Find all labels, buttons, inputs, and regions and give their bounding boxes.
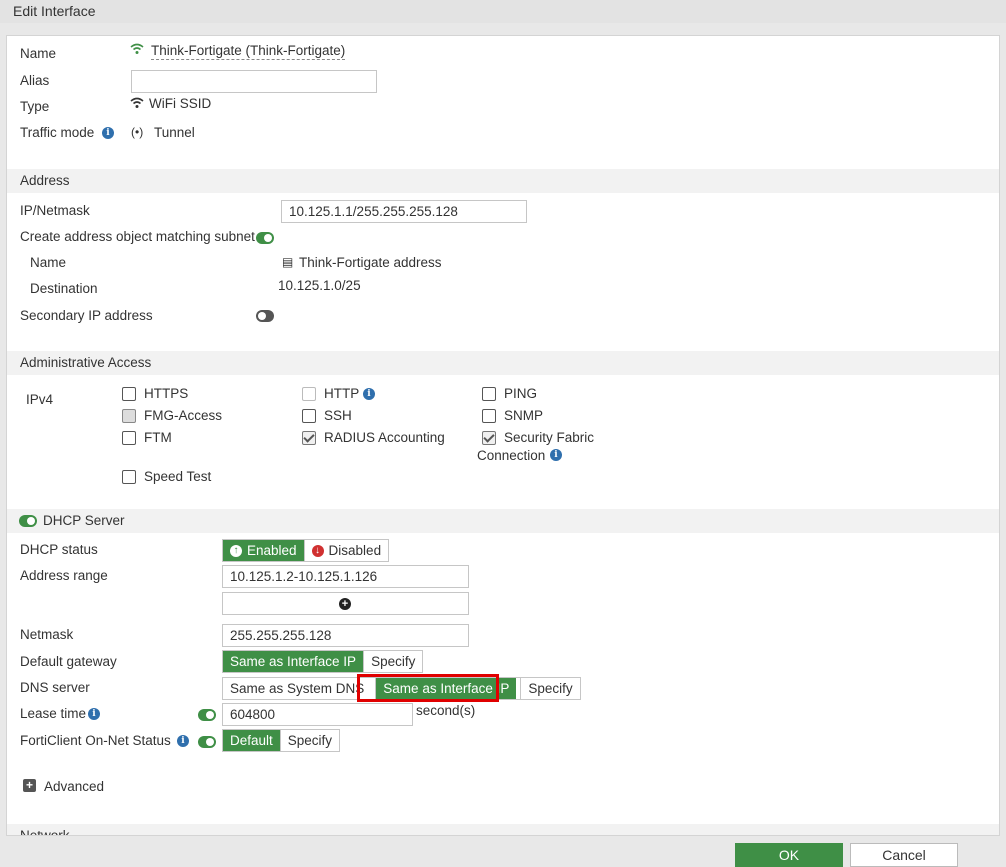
address-range-label: Address range <box>20 568 108 583</box>
cancel-button[interactable]: Cancel <box>850 843 958 867</box>
radius-accounting-checkbox[interactable] <box>302 431 316 445</box>
arrow-up-circle-icon: ↑ <box>230 544 242 557</box>
type-label: Type <box>20 99 50 114</box>
type-value: WiFi SSID <box>149 96 212 111</box>
gateway-specify-option[interactable]: Specify <box>363 651 422 672</box>
ping-checkbox[interactable] <box>482 387 496 401</box>
https-label: HTTPS <box>144 386 189 401</box>
dhcp-section-header: DHCP Server <box>7 509 999 533</box>
security-fabric-label-line2: Connection <box>477 448 546 463</box>
fmg-access-checkbox[interactable] <box>122 409 136 423</box>
dialog-title: Edit Interface <box>13 3 96 19</box>
expand-plus-icon[interactable]: + <box>23 779 36 792</box>
lease-time-toggle[interactable] <box>198 709 216 721</box>
address-object-name-value: Think-Fortigate address <box>299 255 442 270</box>
lease-time-unit: second(s) <box>416 703 476 718</box>
destination-label: Destination <box>30 281 98 296</box>
ssh-checkbox[interactable] <box>302 409 316 423</box>
add-range-button[interactable]: + <box>222 592 469 615</box>
tunnel-icon: (•) <box>131 125 144 139</box>
https-checkbox[interactable] <box>122 387 136 401</box>
snmp-label: SNMP <box>504 408 544 423</box>
forticlient-status-label: FortiClient On-Net Status <box>20 733 171 748</box>
dhcp-status-label: DHCP status <box>20 542 98 557</box>
gateway-same-as-interface-option[interactable]: Same as Interface IP <box>223 651 364 672</box>
ip-netmask-input[interactable] <box>281 200 527 223</box>
forticlient-default-option[interactable]: Default <box>223 730 280 751</box>
secondary-ip-toggle[interactable] <box>256 310 274 322</box>
fmg-access-label: FMG-Access <box>144 408 223 423</box>
forticlient-status-toggle[interactable] <box>198 736 216 748</box>
dhcp-enabled-label: Enabled <box>247 543 297 558</box>
http-label: HTTP <box>324 386 360 401</box>
alias-label: Alias <box>20 73 50 88</box>
edit-interface-form: Name Think-Fortigate (Think-Fortigate) A… <box>6 35 1000 836</box>
network-section-header: Network <box>7 824 999 836</box>
section-title: DHCP Server <box>43 513 125 528</box>
speed-test-label: Speed Test <box>144 469 212 484</box>
interface-name-link[interactable]: Think-Fortigate (Think-Fortigate) <box>151 43 346 60</box>
info-icon[interactable]: i <box>550 449 562 461</box>
lease-time-input[interactable] <box>222 703 413 726</box>
forticlient-specify-option[interactable]: Specify <box>279 730 339 751</box>
alias-input[interactable] <box>131 70 377 93</box>
info-icon[interactable]: i <box>102 127 114 139</box>
dns-specify-option[interactable]: Specify <box>520 678 579 699</box>
dhcp-disabled-option[interactable]: ↓ Disabled <box>303 540 389 561</box>
netmask-input[interactable] <box>222 624 469 647</box>
highlight-box <box>357 674 499 702</box>
secondary-ip-label: Secondary IP address <box>20 308 153 323</box>
create-address-object-toggle[interactable] <box>256 232 274 244</box>
name-label: Name <box>20 46 57 61</box>
security-fabric-label: Security Fabric <box>504 430 595 445</box>
info-icon[interactable]: i <box>363 388 375 400</box>
forticlient-status-switch: Default Specify <box>222 729 341 752</box>
wifi-icon <box>130 97 144 112</box>
security-fabric-checkbox[interactable] <box>482 431 496 445</box>
ftm-checkbox[interactable] <box>122 431 136 445</box>
lease-time-label: Lease time <box>20 706 87 721</box>
http-checkbox[interactable] <box>302 387 316 401</box>
dns-server-label: DNS server <box>20 680 90 695</box>
plus-circle-icon: + <box>339 598 351 610</box>
admin-access-section-header: Administrative Access <box>7 351 999 375</box>
speed-test-checkbox[interactable] <box>122 470 136 484</box>
wifi-icon <box>130 43 144 58</box>
traffic-mode-label: Traffic mode <box>20 125 95 140</box>
netmask-label: Netmask <box>20 627 74 642</box>
dhcp-server-toggle[interactable] <box>19 515 37 527</box>
ipv4-label: IPv4 <box>26 392 54 407</box>
default-gateway-switch: Same as Interface IP Specify <box>222 650 424 673</box>
address-range-input[interactable] <box>222 565 469 588</box>
ssh-label: SSH <box>324 408 352 423</box>
info-icon[interactable]: i <box>177 735 189 747</box>
dhcp-enabled-option[interactable]: ↑ Enabled <box>223 540 304 561</box>
create-address-object-label: Create address object matching subnet <box>20 229 255 244</box>
advanced-label[interactable]: Advanced <box>44 779 104 794</box>
destination-value: 10.125.1.0/25 <box>278 278 361 293</box>
snmp-checkbox[interactable] <box>482 409 496 423</box>
default-gateway-label: Default gateway <box>20 654 117 669</box>
section-title: Address <box>20 173 70 188</box>
ftm-label: FTM <box>144 430 172 445</box>
address-section-header: Address <box>7 169 999 193</box>
info-icon[interactable]: i <box>88 708 100 720</box>
dhcp-disabled-label: Disabled <box>328 543 382 558</box>
traffic-mode-value: Tunnel <box>154 125 195 140</box>
arrow-down-circle-icon: ↓ <box>311 544 324 557</box>
dns-same-as-system-option[interactable]: Same as System DNS <box>223 678 371 699</box>
section-title: Administrative Access <box>20 355 152 370</box>
address-object-name-label: Name <box>30 255 67 270</box>
dhcp-status-switch: ↑ Enabled ↓ Disabled <box>222 539 390 562</box>
radius-accounting-label: RADIUS Accounting <box>324 430 445 445</box>
ping-label: PING <box>504 386 538 401</box>
section-title: Network <box>20 828 70 836</box>
dialog-titlebar: Edit Interface <box>0 0 1006 23</box>
ip-netmask-label: IP/Netmask <box>20 203 90 218</box>
ok-button[interactable]: OK <box>735 843 843 867</box>
address-object-icon: ▤ <box>282 255 294 269</box>
